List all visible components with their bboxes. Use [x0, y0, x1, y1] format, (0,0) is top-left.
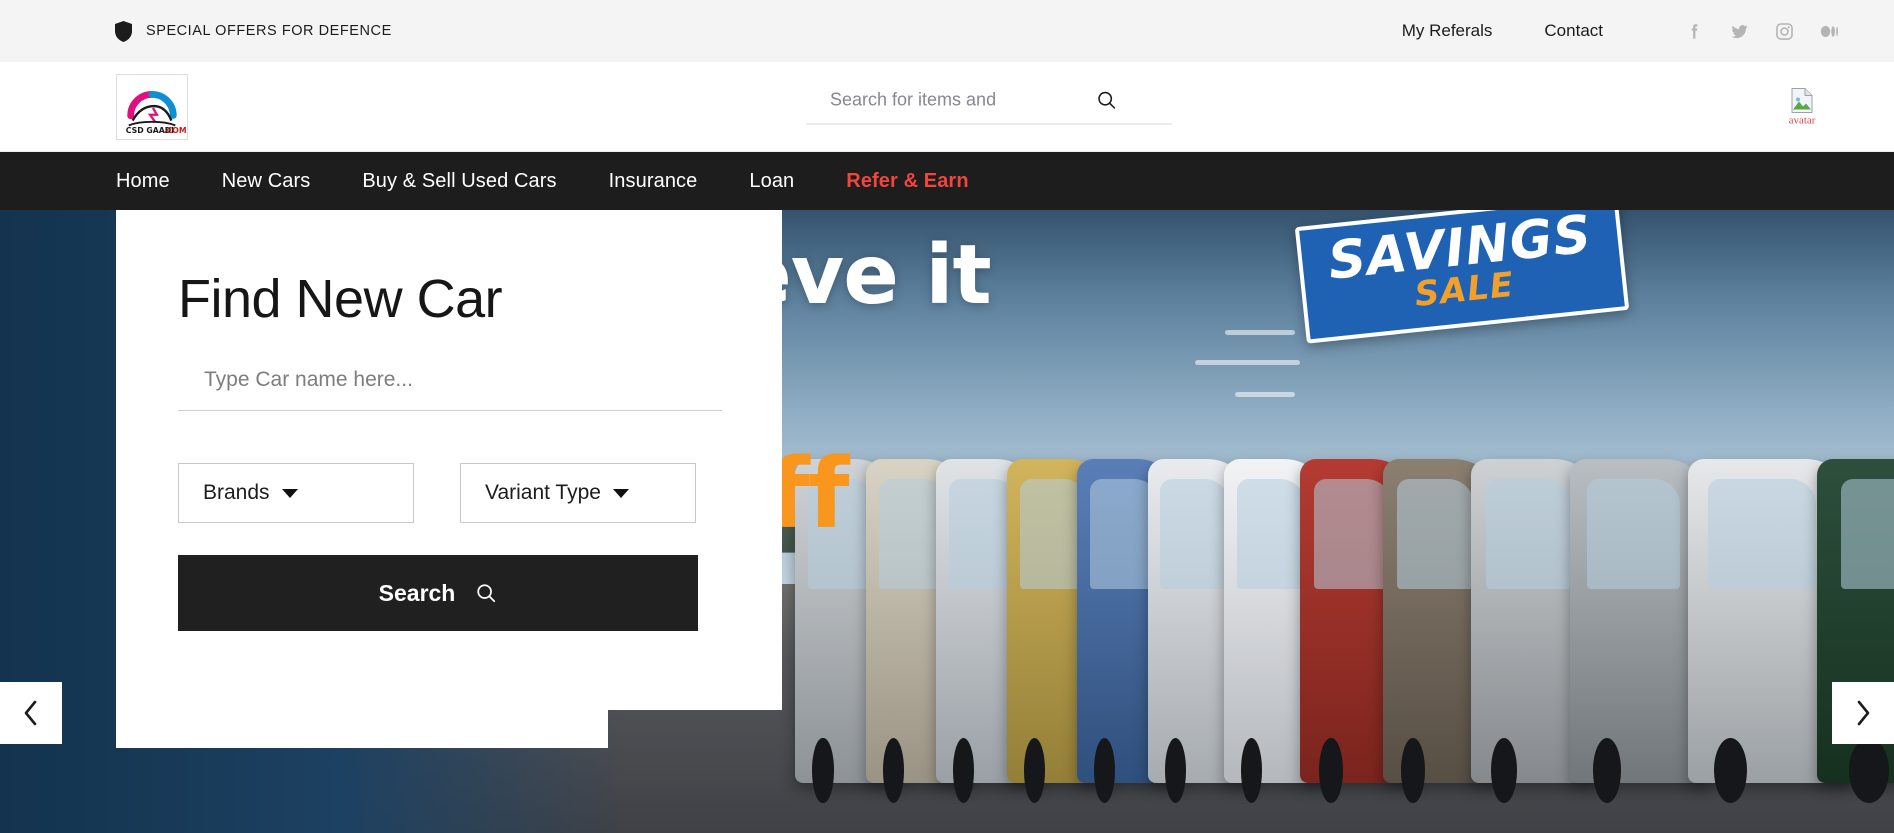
instagram-icon[interactable] — [1775, 22, 1794, 41]
chevron-left-icon — [24, 700, 37, 726]
carousel-next-button[interactable] — [1832, 682, 1894, 744]
svg-text:.COM: .COM — [164, 126, 187, 135]
brands-select[interactable]: Brands — [178, 463, 414, 523]
header-search-button[interactable] — [1096, 89, 1172, 110]
carousel-prev-button[interactable] — [0, 682, 62, 744]
filter-selects: Brands Variant Type — [178, 463, 720, 523]
shield-icon — [115, 20, 132, 42]
search-input[interactable] — [806, 89, 1096, 110]
defence-offer-text: SPECIAL OFFERS FOR DEFENCE — [146, 23, 392, 39]
social-links — [1685, 22, 1839, 41]
hero-carousel: Don't believe it ff SAVINGS SALE Find Ne… — [0, 210, 1894, 833]
top-link-my-referals[interactable]: My Referals — [1402, 21, 1493, 41]
chevron-right-icon — [1857, 700, 1870, 726]
car-name-input[interactable] — [178, 368, 722, 411]
nav-item-refer-and-earn[interactable]: Refer & Earn — [846, 170, 968, 193]
chevron-down-icon — [612, 488, 629, 498]
nav-item-new-cars[interactable]: New Cars — [222, 170, 311, 193]
site-logo[interactable]: CSD GAADI .COM — [116, 73, 188, 140]
nav-item-loan[interactable]: Loan — [749, 170, 794, 193]
main-navigation: Home New Cars Buy & Sell Used Cars Insur… — [0, 152, 1894, 210]
brands-select-label: Brands — [203, 481, 270, 504]
nav-item-home[interactable]: Home — [116, 170, 170, 193]
variant-type-select-label: Variant Type — [485, 481, 601, 504]
card-bottom-strip — [116, 710, 608, 748]
nav-item-insurance[interactable]: Insurance — [609, 170, 698, 193]
defence-offer-banner: SPECIAL OFFERS FOR DEFENCE — [115, 20, 392, 42]
avatar-alt-text: avatar — [1788, 114, 1816, 126]
chevron-down-icon — [281, 488, 298, 498]
nav-item-buy-sell-used-cars[interactable]: Buy & Sell Used Cars — [362, 170, 556, 193]
search-icon — [477, 584, 496, 603]
avatar[interactable]: avatar — [1770, 87, 1834, 126]
search-button[interactable]: Search — [178, 555, 698, 631]
search-button-label: Search — [378, 579, 456, 606]
facebook-icon[interactable] — [1685, 22, 1704, 41]
find-new-car-card: Find New Car Brands Variant Type Search — [116, 210, 782, 710]
top-utility-right: My Referals Contact — [1402, 0, 1894, 62]
top-utility-bar: SPECIAL OFFERS FOR DEFENCE My Referals C… — [0, 0, 1894, 62]
find-new-car-title: Find New Car — [178, 269, 503, 329]
twitter-icon[interactable] — [1730, 22, 1749, 41]
header-search — [806, 89, 1172, 124]
site-header: CSD GAADI .COM avatar — [0, 62, 1894, 152]
medium-icon[interactable] — [1820, 22, 1839, 41]
hero-car-lineup — [795, 459, 1894, 803]
variant-type-select[interactable]: Variant Type — [460, 463, 696, 523]
top-link-contact[interactable]: Contact — [1544, 21, 1603, 41]
broken-image-icon — [1791, 87, 1813, 113]
search-icon — [1098, 91, 1116, 109]
